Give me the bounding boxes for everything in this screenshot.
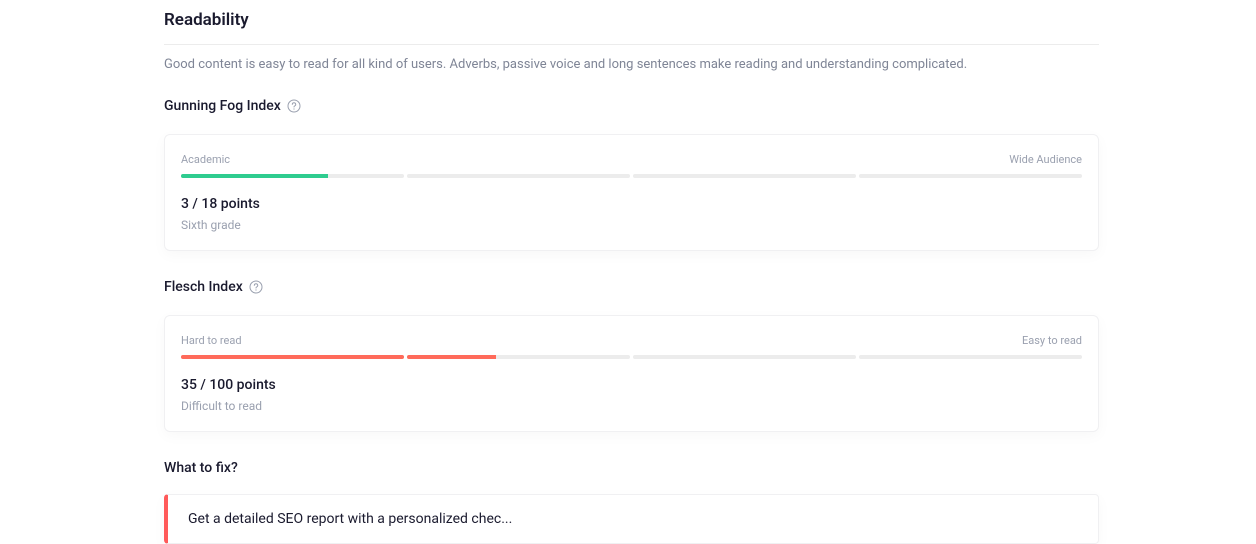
flesch-seg-4 — [859, 355, 1082, 359]
help-icon[interactable] — [287, 99, 301, 113]
section-description: Good content is easy to read for all kin… — [164, 57, 1099, 72]
gunning-note: Sixth grade — [181, 218, 1082, 232]
help-icon[interactable] — [249, 280, 263, 294]
gunning-fog-card: Academic Wide Audience 3 / 18 points Six… — [164, 134, 1099, 251]
flesch-score: 35 / 100 points — [181, 377, 1082, 393]
flesch-progress-bar — [181, 355, 1082, 359]
flesch-scale-right: Easy to read — [1022, 334, 1082, 347]
flesch-scale-labels: Hard to read Easy to read — [181, 334, 1082, 347]
flesch-scale-left: Hard to read — [181, 334, 242, 347]
flesch-label: Flesch Index — [164, 279, 1099, 295]
gunning-fog-label: Gunning Fog Index — [164, 98, 1099, 114]
flesch-label-text: Flesch Index — [164, 279, 243, 295]
gunning-seg-3 — [633, 174, 856, 178]
gunning-scale-labels: Academic Wide Audience — [181, 153, 1082, 166]
gunning-seg-4 — [859, 174, 1082, 178]
gunning-seg-1 — [181, 174, 404, 178]
flesch-seg-3 — [633, 355, 856, 359]
gunning-progress-bar — [181, 174, 1082, 178]
flesch-card: Hard to read Easy to read 35 / 100 point… — [164, 315, 1099, 432]
fix-text: Get a detailed SEO report with a persona… — [188, 511, 1078, 527]
fix-card[interactable]: Get a detailed SEO report with a persona… — [164, 494, 1099, 544]
section-title: Readability — [164, 10, 1099, 45]
fix-title: What to fix? — [164, 460, 1099, 476]
flesch-note: Difficult to read — [181, 399, 1082, 413]
flesch-seg-1 — [181, 355, 404, 359]
gunning-fog-label-text: Gunning Fog Index — [164, 98, 281, 114]
gunning-seg-2 — [407, 174, 630, 178]
gunning-score: 3 / 18 points — [181, 196, 1082, 212]
gunning-scale-left: Academic — [181, 153, 230, 166]
readability-section: Readability Good content is easy to read… — [164, 0, 1099, 544]
gunning-scale-right: Wide Audience — [1009, 153, 1082, 166]
flesch-seg-2 — [407, 355, 630, 359]
